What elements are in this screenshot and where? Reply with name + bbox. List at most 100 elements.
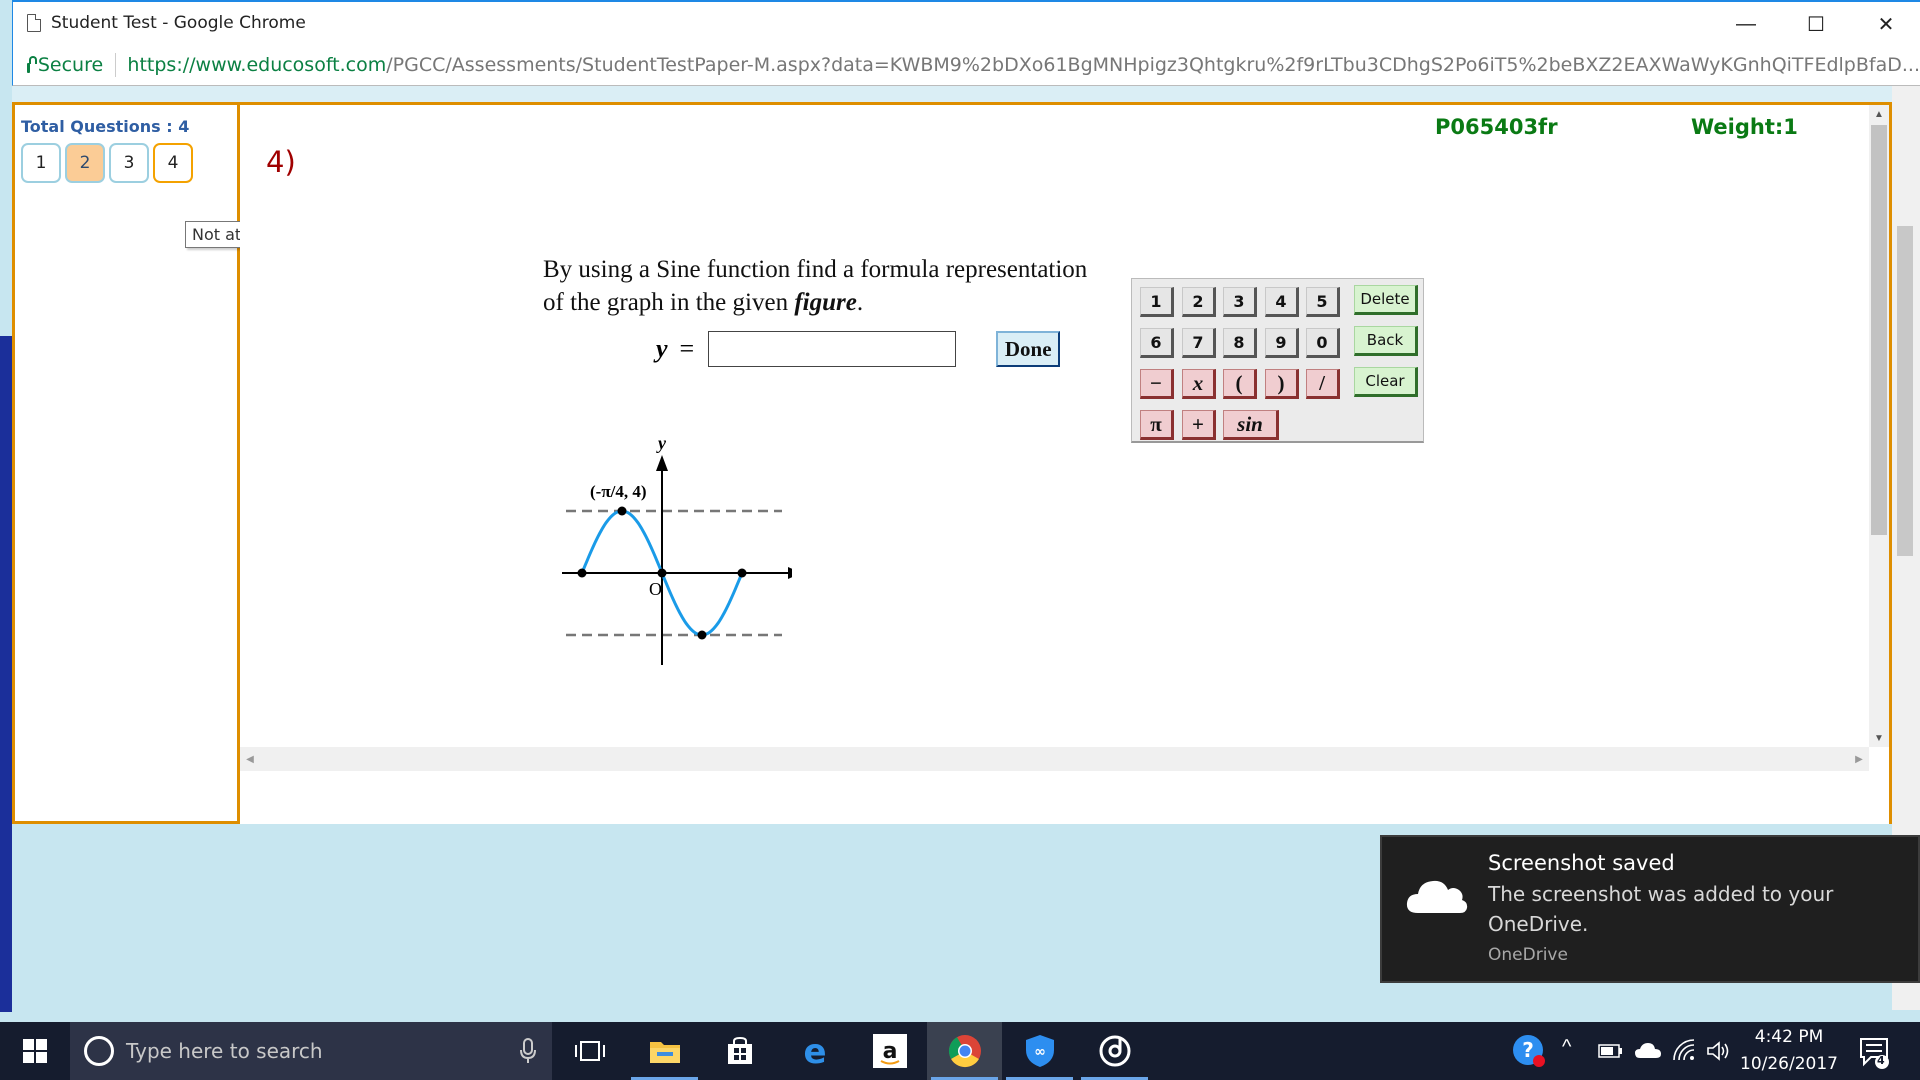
- help-icon[interactable]: ?: [1512, 1034, 1546, 1068]
- question-navigator: Total Questions : 4 1 2 3 4 Not attempte…: [12, 102, 317, 824]
- key-2[interactable]: 2: [1182, 287, 1216, 317]
- taskbar-clock[interactable]: 4:42 PM 10/26/2017: [1734, 1024, 1844, 1078]
- edge-icon: e: [803, 1035, 826, 1067]
- done-button[interactable]: Done: [996, 331, 1061, 367]
- battery-icon[interactable]: [1598, 1044, 1622, 1058]
- amazon-button[interactable]: a: [852, 1022, 927, 1080]
- math-keypad: 1 2 3 4 5 Delete 6 7 8 9 0 Back − x ( ) …: [1131, 278, 1424, 443]
- clock-date: 10/26/2017: [1740, 1054, 1838, 1074]
- action-center-icon[interactable]: [1858, 1036, 1892, 1070]
- taskbar-search[interactable]: Type here to search: [70, 1022, 552, 1080]
- address-bar[interactable]: Secure https://www.educosoft.com /PGCC/A…: [12, 44, 1920, 86]
- delete-button[interactable]: Delete: [1354, 285, 1418, 315]
- key-4[interactable]: 4: [1265, 287, 1299, 317]
- key-x[interactable]: x: [1182, 369, 1216, 399]
- chrome-window: Student Test - Google Chrome — ☐ ✕ Secur…: [0, 0, 1920, 1080]
- wifi-icon[interactable]: [1672, 1038, 1698, 1062]
- key-point: [577, 568, 587, 578]
- onedrive-cloud-icon: [1406, 880, 1468, 913]
- groove-music-button[interactable]: [1077, 1022, 1152, 1080]
- task-view-button[interactable]: [552, 1022, 627, 1080]
- lock-icon: [27, 55, 37, 73]
- answer-lhs: y: [656, 334, 668, 363]
- question-button-3[interactable]: 3: [109, 143, 149, 183]
- edge-button[interactable]: e: [777, 1022, 852, 1080]
- question-line-2: of the graph in the given figure.: [543, 286, 1087, 319]
- question-button-4[interactable]: 4: [153, 143, 193, 183]
- scroll-right-icon[interactable]: ▶: [1849, 747, 1869, 771]
- key-0[interactable]: 0: [1306, 328, 1340, 358]
- vertical-scrollbar[interactable]: ▲ ▼: [1869, 105, 1889, 747]
- notification-count-badge: 4: [1877, 1054, 1885, 1067]
- page-scrollbar-thumb[interactable]: [1897, 226, 1913, 556]
- onedrive-notification[interactable]: Screenshot saved The screenshot was adde…: [1380, 835, 1920, 983]
- question-button-1[interactable]: 1: [21, 143, 61, 183]
- key-point: [657, 568, 667, 578]
- chrome-button[interactable]: [927, 1022, 1002, 1080]
- shield-icon: ∞: [1025, 1035, 1054, 1067]
- question-button-2[interactable]: 2: [65, 143, 105, 183]
- key-close-paren[interactable]: ): [1265, 369, 1299, 399]
- search-placeholder[interactable]: Type here to search: [126, 1039, 520, 1063]
- minimize-button[interactable]: —: [1711, 2, 1781, 46]
- maximize-button[interactable]: ☐: [1781, 2, 1851, 46]
- scroll-left-icon[interactable]: ◀: [240, 747, 260, 771]
- answer-input[interactable]: [708, 331, 957, 367]
- show-hidden-icons-icon[interactable]: ^: [1562, 1036, 1571, 1059]
- top-strip: [12, 86, 1892, 102]
- key-9[interactable]: 9: [1265, 328, 1299, 358]
- back-button[interactable]: Back: [1354, 326, 1418, 356]
- question-panel: 4) P065403fr Weight:1 By using a Sine fu…: [240, 102, 1892, 824]
- key-point: [697, 630, 707, 640]
- svg-text:∞: ∞: [1034, 1044, 1046, 1060]
- y-axis-arrow-icon: [656, 455, 668, 471]
- scroll-down-icon[interactable]: ▼: [1869, 729, 1889, 747]
- question-number: 4): [266, 145, 296, 179]
- key-open-paren[interactable]: (: [1223, 369, 1257, 399]
- equals-sign: =: [679, 334, 695, 363]
- question-line-2-text: of the graph in the given: [543, 289, 795, 316]
- key-sin[interactable]: sin: [1223, 410, 1279, 440]
- sine-graph-figure: y x O (-π/4, 4): [562, 435, 792, 665]
- svg-text:?: ?: [1522, 1038, 1534, 1062]
- key-divide[interactable]: /: [1306, 369, 1340, 399]
- vpn-button[interactable]: ∞: [1002, 1022, 1077, 1080]
- title-bar: Student Test - Google Chrome — ☐ ✕: [12, 0, 1920, 44]
- scrollbar-thumb[interactable]: [1871, 125, 1887, 535]
- onedrive-tray-icon[interactable]: [1634, 1040, 1662, 1060]
- total-questions: Total Questions : 4: [21, 117, 190, 136]
- svg-text:e: e: [803, 1035, 826, 1067]
- key-pi[interactable]: π: [1140, 410, 1174, 440]
- y-axis-label: y: [656, 435, 667, 453]
- file-explorer-button[interactable]: [627, 1022, 702, 1080]
- url-host[interactable]: https://www.educosoft.com: [127, 54, 386, 76]
- microphone-icon[interactable]: [520, 1038, 536, 1064]
- key-3[interactable]: 3: [1223, 287, 1257, 317]
- key-5[interactable]: 5: [1306, 287, 1340, 317]
- horizontal-scrollbar[interactable]: ◀ ▶: [240, 747, 1869, 771]
- key-8[interactable]: 8: [1223, 328, 1257, 358]
- origin-label: O: [649, 579, 662, 599]
- task-view-icon: [574, 1041, 605, 1061]
- desktop-edge: [0, 336, 12, 1012]
- taskbar: Type here to search e a ∞ ? ^ 4: [0, 1022, 1920, 1080]
- key-6[interactable]: 6: [1140, 328, 1174, 358]
- question-weight: Weight:1: [1691, 115, 1798, 139]
- chrome-icon: [948, 1035, 981, 1068]
- start-button[interactable]: [0, 1022, 70, 1080]
- volume-icon[interactable]: [1706, 1040, 1730, 1062]
- secure-label[interactable]: Secure: [38, 54, 103, 76]
- scroll-up-icon[interactable]: ▲: [1869, 105, 1889, 123]
- key-minus[interactable]: −: [1140, 369, 1174, 399]
- url-path[interactable]: /PGCC/Assessments/StudentTestPaper-M.asp…: [386, 54, 1920, 76]
- x-axis-arrow-icon: [788, 567, 792, 579]
- question-emphasis: figure: [794, 289, 857, 316]
- key-plus[interactable]: +: [1182, 410, 1216, 440]
- clear-button[interactable]: Clear: [1354, 367, 1418, 397]
- key-7[interactable]: 7: [1182, 328, 1216, 358]
- store-button[interactable]: [702, 1022, 777, 1080]
- key-1[interactable]: 1: [1140, 287, 1174, 317]
- problem-id: P065403fr: [1435, 115, 1558, 139]
- question-buttons: 1 2 3 4: [21, 143, 193, 183]
- close-button[interactable]: ✕: [1851, 2, 1920, 46]
